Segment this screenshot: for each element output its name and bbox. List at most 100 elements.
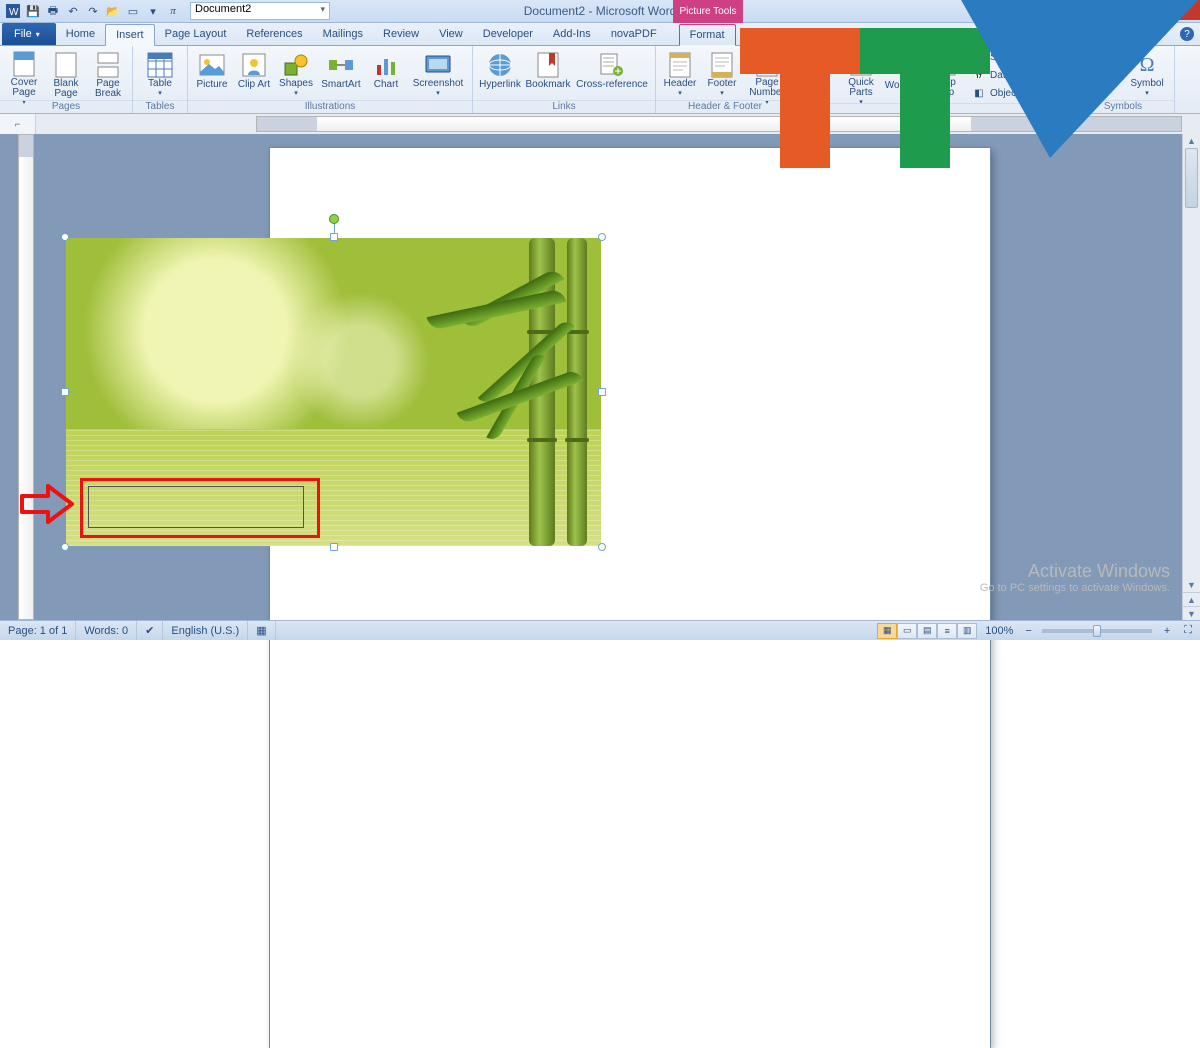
bookmark-icon <box>534 51 562 79</box>
group-label-tables: Tables <box>133 100 187 113</box>
maximize-button[interactable]: ▭ <box>1124 0 1154 20</box>
status-words[interactable]: Words: 0 <box>76 621 137 640</box>
minimize-ribbon-icon[interactable]: ˇ <box>1156 27 1170 41</box>
clip-art-button[interactable]: Clip Art <box>234 48 274 100</box>
tab-addins[interactable]: Add-Ins <box>543 23 601 45</box>
print-icon[interactable]: 🖶 <box>44 2 62 20</box>
shapes-button[interactable]: Shapes▾ <box>276 48 316 100</box>
wordart-button[interactable]: AWordArt▾ <box>883 50 923 102</box>
screenshot-button[interactable]: Screenshot▾ <box>408 48 468 100</box>
group-illustrations: Picture Clip Art Shapes▾ SmartArt Chart … <box>188 46 473 113</box>
page-number-button[interactable]: #Page Number▾ <box>744 48 790 100</box>
undo-icon[interactable]: ↶ <box>64 2 82 20</box>
fullscreen-toggle-icon[interactable]: ⛶ <box>1176 624 1200 637</box>
text-box-button[interactable]: AText Box▾ <box>799 50 839 102</box>
help-icon[interactable]: ? <box>1180 27 1194 41</box>
ruler-corner[interactable]: ⌐ <box>0 114 36 134</box>
object-icon: ◧ <box>972 87 986 101</box>
horizontal-ruler-row: ⌐ <box>0 114 1200 134</box>
smartart-button[interactable]: SmartArt <box>318 48 364 100</box>
tab-insert[interactable]: Insert <box>105 24 155 46</box>
group-pages: Cover Page▾ Blank Page Page Break Pages <box>0 46 133 113</box>
chart-button[interactable]: Chart <box>366 48 406 100</box>
status-macro[interactable]: ▦ <box>248 621 275 640</box>
tab-view[interactable]: View <box>429 23 473 45</box>
equation-qat-icon[interactable]: π <box>164 2 182 20</box>
table-button[interactable]: Table▾ <box>137 48 183 100</box>
zoom-value[interactable]: 100% <box>977 621 1021 640</box>
tab-format[interactable]: Format <box>679 24 736 46</box>
drop-cap-button[interactable]: ADrop Cap▾ <box>925 50 965 102</box>
symbol-button[interactable]: ΩSymbol▾ <box>1124 48 1170 100</box>
date-time-button[interactable]: 📅Date & Time <box>970 67 1064 84</box>
bookmark-button[interactable]: Bookmark <box>525 48 571 100</box>
qat-document-selector[interactable]: Document2 <box>190 2 330 20</box>
print-layout-view-button[interactable]: ▦ <box>877 623 897 639</box>
redo-icon[interactable]: ↷ <box>84 2 102 20</box>
open-icon[interactable]: 📂 <box>104 2 122 20</box>
zoom-out-button[interactable]: − <box>1021 625 1035 637</box>
zoom-in-button[interactable]: + <box>1158 625 1176 637</box>
minimize-button[interactable]: — <box>1094 0 1124 20</box>
close-button[interactable] <box>1154 0 1200 20</box>
tab-page-layout[interactable]: Page Layout <box>155 23 237 45</box>
vertical-ruler[interactable] <box>18 134 34 620</box>
footer-button[interactable]: Footer▾ <box>702 48 742 100</box>
tab-novapdf[interactable]: novaPDF <box>601 23 667 45</box>
next-page-icon[interactable]: ▼ <box>1183 606 1200 620</box>
prev-page-icon[interactable]: ▲ <box>1183 592 1200 606</box>
tab-review[interactable]: Review <box>373 23 429 45</box>
new-icon[interactable]: ▭ <box>124 2 142 20</box>
rotation-handle[interactable] <box>329 214 339 224</box>
ribbon: Cover Page▾ Blank Page Page Break Pages … <box>0 46 1200 114</box>
equation-button[interactable]: πEquation▾ <box>1076 48 1122 100</box>
window-controls: — ▭ <box>1094 0 1200 20</box>
activate-line1: Activate Windows <box>980 561 1170 582</box>
scroll-thumb[interactable] <box>1185 148 1198 208</box>
group-label-header-footer: Header & Footer <box>656 100 794 113</box>
web-layout-view-button[interactable]: ▤ <box>917 623 937 639</box>
horizontal-ruler[interactable] <box>256 116 1182 132</box>
picture-tools-header: Picture Tools <box>673 0 743 23</box>
cross-reference-button[interactable]: Cross-reference <box>573 48 651 100</box>
qat-dropdown-icon[interactable]: ▾ <box>144 2 162 20</box>
svg-text:W: W <box>9 7 19 18</box>
page-break-button[interactable]: Page Break <box>88 48 128 100</box>
tab-mailings[interactable]: Mailings <box>313 23 373 45</box>
object-button[interactable]: ◧Object <box>970 85 1064 102</box>
clip-art-icon <box>240 51 268 79</box>
wordart-icon: A <box>889 53 917 80</box>
header-icon <box>666 51 694 78</box>
fullscreen-reading-view-button[interactable]: ▭ <box>897 623 917 639</box>
vertical-scrollbar[interactable]: ▲ ▼ ▲ ▼ <box>1182 134 1200 620</box>
scroll-down-icon[interactable]: ▼ <box>1183 578 1200 592</box>
drop-cap-icon: A <box>931 53 959 77</box>
tab-home[interactable]: Home <box>56 23 105 45</box>
zoom-slider-knob[interactable] <box>1093 625 1101 637</box>
tab-developer[interactable]: Developer <box>473 23 543 45</box>
picture-button[interactable]: Picture <box>192 48 232 100</box>
tab-file[interactable]: File <box>2 23 56 45</box>
draft-view-button[interactable]: ▥ <box>957 623 977 639</box>
status-page[interactable]: Page: 1 of 1 <box>0 621 76 640</box>
zoom-slider[interactable] <box>1042 629 1152 633</box>
tab-references[interactable]: References <box>236 23 312 45</box>
footer-icon <box>708 51 736 78</box>
status-language[interactable]: English (U.S.) <box>163 621 248 640</box>
hyperlink-button[interactable]: Hyperlink <box>477 48 523 100</box>
header-button[interactable]: Header▾ <box>660 48 700 100</box>
outline-view-button[interactable]: ≡ <box>937 623 957 639</box>
save-icon[interactable]: 💾 <box>24 2 42 20</box>
signature-line-button[interactable]: ✒Signature Line <box>970 49 1064 66</box>
svg-text:#: # <box>762 60 769 74</box>
view-buttons: ▦ ▭ ▤ ≡ ▥ <box>877 623 977 639</box>
cover-page-button[interactable]: Cover Page▾ <box>4 48 44 100</box>
word-icon[interactable]: W <box>4 2 22 20</box>
annotation-arrow-icon <box>18 482 76 526</box>
quick-parts-button[interactable]: Quick Parts▾ <box>841 50 881 102</box>
chart-icon <box>372 51 400 79</box>
blank-page-button[interactable]: Blank Page <box>46 48 86 100</box>
group-text: AText Box▾ Quick Parts▾ AWordArt▾ ADrop … <box>795 46 1072 113</box>
scroll-up-icon[interactable]: ▲ <box>1183 134 1200 148</box>
status-proofing[interactable]: ✔ <box>137 621 163 640</box>
